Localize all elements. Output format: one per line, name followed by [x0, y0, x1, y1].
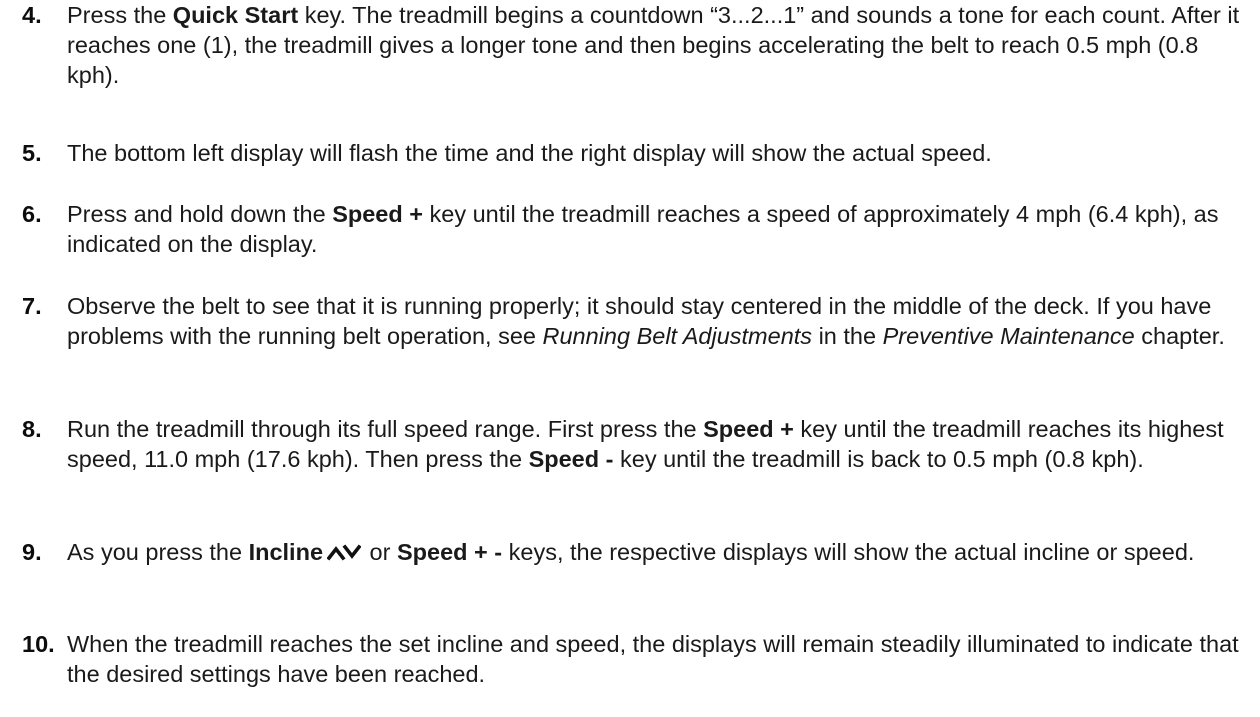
step-text-segment: keys, the respective displays will show … — [502, 539, 1195, 565]
step-text-segment: key until the treadmill is back to 0.5 m… — [613, 446, 1144, 472]
chapter-reference: Preventive Maintenance — [882, 323, 1135, 349]
key-name: Incline — [248, 539, 324, 565]
step-text: Observe the belt to see that it is runni… — [67, 291, 1252, 351]
step-number: 10. — [22, 631, 55, 657]
step-number: 9. — [22, 539, 42, 565]
key-name: Speed + — [703, 416, 794, 442]
step-8: 8. Run the treadmill through its full sp… — [22, 414, 1252, 474]
key-name: Speed + - — [396, 539, 503, 565]
step-number: 7. — [22, 293, 42, 319]
step-10: 10. When the treadmill reaches the set i… — [22, 629, 1252, 689]
step-text: When the treadmill reaches the set incli… — [67, 629, 1252, 689]
step-text-segment: Press the — [67, 2, 173, 28]
step-text: As you press the Incline or Speed + - ke… — [67, 537, 1252, 569]
step-number: 4. — [22, 2, 42, 28]
step-9: 9. As you press the Incline or Speed + -… — [22, 537, 1252, 569]
step-text: Press the Quick Start key. The treadmill… — [67, 0, 1252, 90]
step-text: Press and hold down the Speed + key unti… — [67, 199, 1252, 259]
section-reference: Running Belt Adjustments — [542, 323, 813, 349]
step-text-segment: Run the treadmill through its full speed… — [67, 416, 704, 442]
step-text: The bottom left display will flash the t… — [67, 138, 1252, 168]
step-number: 8. — [22, 416, 42, 442]
step-text-segment: The bottom left display will flash the t… — [67, 140, 992, 166]
step-text-segment: Press and hold down the — [67, 201, 333, 227]
step-number: 6. — [22, 201, 42, 227]
key-name: Quick Start — [172, 2, 299, 28]
key-name: Speed - — [528, 446, 614, 472]
step-6: 6. Press and hold down the Speed + key u… — [22, 199, 1252, 259]
step-text-segment: in the — [812, 323, 883, 349]
step-5: 5. The bottom left display will flash th… — [22, 138, 1252, 168]
step-text-segment: As you press the — [67, 539, 249, 565]
step-7: 7. Observe the belt to see that it is ru… — [22, 291, 1252, 351]
step-text-segment: chapter. — [1134, 323, 1225, 349]
step-number: 5. — [22, 140, 42, 166]
step-text: Run the treadmill through its full speed… — [67, 414, 1252, 474]
step-text-segment: or — [363, 539, 397, 565]
incline-up-down-chevrons-icon — [326, 539, 362, 569]
key-name: Speed + — [332, 201, 423, 227]
step-4: 4. Press the Quick Start key. The treadm… — [22, 0, 1252, 90]
step-text-segment: When the treadmill reaches the set incli… — [67, 631, 1239, 687]
